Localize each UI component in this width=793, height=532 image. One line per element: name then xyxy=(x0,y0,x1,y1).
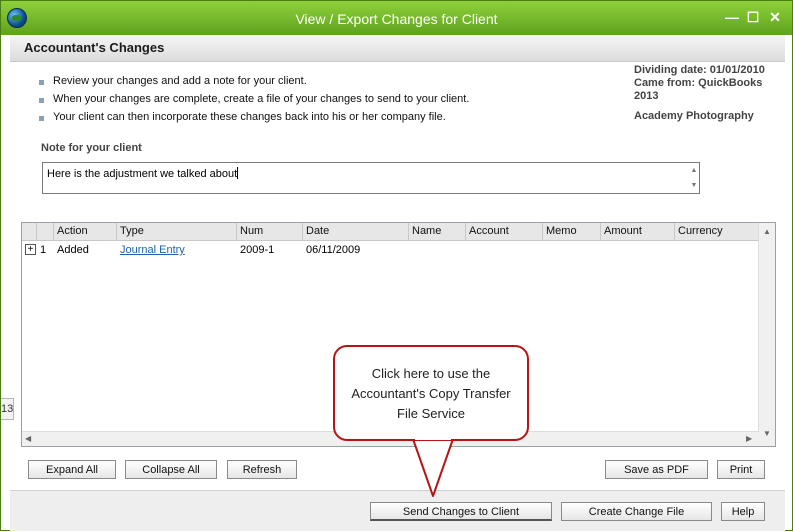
col-currency[interactable]: Currency xyxy=(675,223,759,240)
col-date[interactable]: Date xyxy=(303,223,409,240)
collapse-all-button[interactable]: Collapse All xyxy=(125,460,217,479)
list-item: Review your changes and add a note for y… xyxy=(39,75,469,93)
row-num: 2009-1 xyxy=(240,244,275,256)
col-num[interactable]: Num xyxy=(237,223,303,240)
help-button[interactable]: Help xyxy=(721,502,765,521)
col-name[interactable]: Name xyxy=(409,223,466,240)
note-label: Note for your client xyxy=(41,142,142,154)
row-type-link[interactable]: Journal Entry xyxy=(120,241,185,259)
table-row[interactable]: + 1 Added Journal Entry 2009-1 06/11/200… xyxy=(22,241,758,259)
list-item: Your client can then incorporate these c… xyxy=(39,111,469,129)
bullet-icon xyxy=(39,98,44,103)
save-as-pdf-button[interactable]: Save as PDF xyxy=(605,460,708,479)
expand-plus-icon[interactable]: + xyxy=(25,244,36,255)
window-title: View / Export Changes for Client xyxy=(295,11,498,27)
col-type[interactable]: Type xyxy=(117,223,237,240)
company-name: Academy Photography xyxy=(634,110,754,122)
callout-bubble: Click here to use the Accountant's Copy … xyxy=(333,345,529,441)
close-icon[interactable]: ✕ xyxy=(767,9,783,25)
instructions-list: Review your changes and add a note for y… xyxy=(39,75,469,129)
refresh-button[interactable]: Refresh xyxy=(227,460,297,479)
note-text[interactable]: Here is the adjustment we talked about xyxy=(47,167,239,180)
col-amount[interactable]: Amount xyxy=(601,223,675,240)
table-header: Action Type Num Date Name Account Memo A… xyxy=(22,223,775,241)
side-tab[interactable]: 13 xyxy=(1,398,14,420)
note-field[interactable]: Here is the adjustment we talked about ▲… xyxy=(42,162,700,194)
print-button[interactable]: Print xyxy=(717,460,765,479)
expand-all-button[interactable]: Expand All xyxy=(28,460,116,479)
scroll-up-icon[interactable]: ▲ xyxy=(763,227,771,236)
export-changes-window: View / Export Changes for Client — ☐ ✕ A… xyxy=(0,0,793,531)
came-from-line1: Came from: QuickBooks xyxy=(634,77,763,89)
send-changes-button[interactable]: Send Changes to Client xyxy=(370,502,552,521)
title-bar[interactable]: View / Export Changes for Client — ☐ ✕ xyxy=(1,1,792,35)
header-band: Accountant's Changes xyxy=(10,35,785,62)
row-date: 06/11/2009 xyxy=(306,244,361,256)
col-account[interactable]: Account xyxy=(466,223,543,240)
row-action: Added xyxy=(57,244,89,256)
col-index xyxy=(37,223,54,240)
bullet-icon xyxy=(39,116,44,121)
page-title: Accountant's Changes xyxy=(24,40,165,55)
note-scrollbar[interactable]: ▲ ▼ xyxy=(689,163,699,193)
scroll-left-icon[interactable]: ◀ xyxy=(25,434,31,443)
row-index: 1 xyxy=(40,244,47,256)
scroll-right-icon[interactable]: ▶ xyxy=(746,434,752,443)
vertical-scrollbar[interactable]: ▲ ▼ xyxy=(758,223,775,446)
dividing-date: Dividing date: 01/01/2010 xyxy=(634,64,765,76)
file-info: Dividing date: 01/01/2010 Came from: Qui… xyxy=(634,64,784,123)
callout-text: Click here to use the Accountant's Copy … xyxy=(351,366,511,421)
came-from-line2: 2013 xyxy=(634,90,659,102)
minimize-icon[interactable]: — xyxy=(724,9,740,25)
create-change-file-button[interactable]: Create Change File xyxy=(561,502,712,521)
scroll-down-icon[interactable]: ▼ xyxy=(689,178,699,193)
col-action[interactable]: Action xyxy=(54,223,117,240)
scroll-down-icon[interactable]: ▼ xyxy=(763,429,771,438)
bullet-icon xyxy=(39,80,44,85)
maximize-icon[interactable]: ☐ xyxy=(745,9,761,25)
scroll-up-icon[interactable]: ▲ xyxy=(689,163,699,178)
col-expander xyxy=(22,223,37,240)
text-caret xyxy=(237,167,239,179)
list-item: When your changes are complete, create a… xyxy=(39,93,469,111)
col-memo[interactable]: Memo xyxy=(543,223,601,240)
